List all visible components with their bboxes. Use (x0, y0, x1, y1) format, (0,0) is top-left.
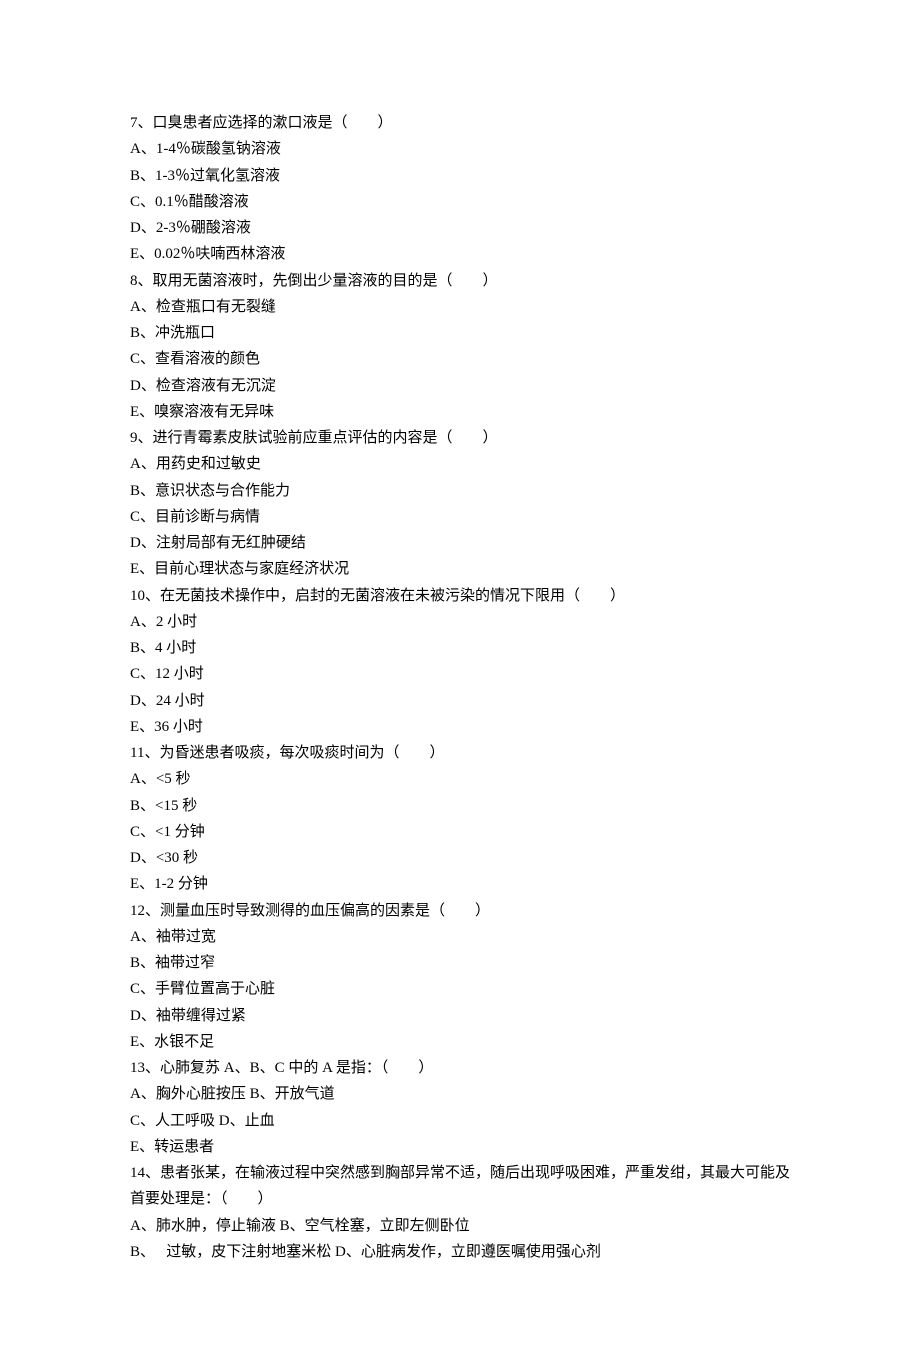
question-stem: 13、心肺复苏 A、B、C 中的 A 是指：（ ） (130, 1055, 790, 1081)
answer-option: C、目前诊断与病情 (130, 504, 790, 530)
question-stem: 9、进行青霉素皮肤试验前应重点评估的内容是（ ） (130, 425, 790, 451)
answer-option: A、<5 秒 (130, 766, 790, 792)
answer-option: E、水银不足 (130, 1029, 790, 1055)
answer-option: A、2 小时 (130, 609, 790, 635)
answer-option: C、12 小时 (130, 661, 790, 687)
answer-option: B、 过敏，皮下注射地塞米松 D、心脏病发作，立即遵医嘱使用强心剂 (130, 1239, 790, 1265)
answer-option: E、转运患者 (130, 1134, 790, 1160)
answer-option: E、嗅察溶液有无异味 (130, 399, 790, 425)
question-stem: 8、取用无菌溶液时，先倒出少量溶液的目的是（ ） (130, 268, 790, 294)
answer-option: A、肺水肿，停止输液 B、空气栓塞，立即左侧卧位 (130, 1213, 790, 1239)
answer-option: B、4 小时 (130, 635, 790, 661)
answer-option: D、2-3％硼酸溶液 (130, 215, 790, 241)
document-page: 7、口臭患者应选择的漱口液是（ ） A、1-4％碳酸氢钠溶液 B、1-3％过氧化… (0, 0, 920, 1365)
answer-option: D、注射局部有无红肿硬结 (130, 530, 790, 556)
answer-option: B、<15 秒 (130, 793, 790, 819)
answer-option: C、查看溶液的颜色 (130, 346, 790, 372)
question-stem: 7、口臭患者应选择的漱口液是（ ） (130, 110, 790, 136)
answer-option: A、检查瓶口有无裂缝 (130, 294, 790, 320)
answer-option: E、目前心理状态与家庭经济状况 (130, 556, 790, 582)
answer-option: C、0.1％醋酸溶液 (130, 189, 790, 215)
answer-option: E、36 小时 (130, 714, 790, 740)
question-stem: 10、在无菌技术操作中，启封的无菌溶液在未被污染的情况下限用（ ） (130, 583, 790, 609)
answer-option: B、袖带过窄 (130, 950, 790, 976)
answer-option: D、<30 秒 (130, 845, 790, 871)
question-stem: 14、患者张某，在输液过程中突然感到胸部异常不适，随后出现呼吸困难，严重发绀，其… (130, 1160, 790, 1213)
answer-option: A、胸外心脏按压 B、开放气道 (130, 1081, 790, 1107)
question-stem: 12、测量血压时导致测得的血压偏高的因素是（ ） (130, 898, 790, 924)
answer-option: D、袖带缠得过紧 (130, 1003, 790, 1029)
question-stem: 11、为昏迷患者吸痰，每次吸痰时间为（ ） (130, 740, 790, 766)
answer-option: C、<1 分钟 (130, 819, 790, 845)
answer-option: D、检查溶液有无沉淀 (130, 373, 790, 399)
answer-option: B、冲洗瓶口 (130, 320, 790, 346)
answer-option: C、人工呼吸 D、止血 (130, 1108, 790, 1134)
answer-option: A、袖带过宽 (130, 924, 790, 950)
answer-option: E、1-2 分钟 (130, 871, 790, 897)
answer-option: C、手臂位置高于心脏 (130, 976, 790, 1002)
answer-option: E、0.02％呋喃西林溶液 (130, 241, 790, 267)
answer-option: D、24 小时 (130, 688, 790, 714)
answer-option: B、1-3％过氧化氢溶液 (130, 163, 790, 189)
answer-option: A、1-4％碳酸氢钠溶液 (130, 136, 790, 162)
answer-option: B、意识状态与合作能力 (130, 478, 790, 504)
answer-option: A、用药史和过敏史 (130, 451, 790, 477)
